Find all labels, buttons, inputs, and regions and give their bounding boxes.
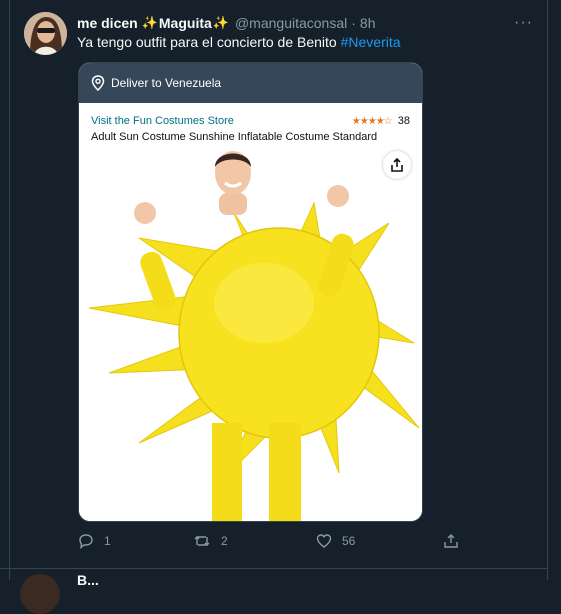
more-options-icon[interactable]: ··· xyxy=(514,14,533,32)
store-link[interactable]: Visit the Fun Costumes Store xyxy=(91,115,234,127)
next-tweet-name[interactable]: B... xyxy=(77,572,99,588)
avatar-photo xyxy=(24,12,67,55)
reply-icon xyxy=(79,534,93,549)
sparkles-icon: ✨ xyxy=(141,15,158,30)
handle[interactable]: @manguitaconsal xyxy=(235,15,347,31)
tweet-text-body: Ya tengo outfit para el concierto de Ben… xyxy=(77,34,341,50)
retweet-icon xyxy=(194,536,210,546)
display-name[interactable]: me dicen xyxy=(77,15,138,31)
sun-costume-image xyxy=(79,143,422,521)
display-name-suffix[interactable]: Maguita xyxy=(159,15,212,31)
separator: · xyxy=(351,15,356,31)
reply-count: 1 xyxy=(104,534,111,548)
tweet-divider xyxy=(0,568,547,569)
rating[interactable]: ★★★★☆ 38 xyxy=(352,115,410,127)
product-title: Adult Sun Costume Sunshine Inflatable Co… xyxy=(91,131,378,143)
reply-button[interactable]: 1 xyxy=(78,533,111,549)
tweet-actions: 1 2 56 xyxy=(78,533,468,553)
timestamp[interactable]: 8h xyxy=(360,15,376,31)
media-card[interactable]: Deliver to Venezuela Visit the Fun Costu… xyxy=(78,62,423,522)
heart-icon xyxy=(316,534,332,548)
next-tweet-avatar[interactable] xyxy=(20,574,60,614)
like-button[interactable]: 56 xyxy=(316,533,355,549)
like-count: 56 xyxy=(342,534,356,548)
store-row: Visit the Fun Costumes Store ★★★★☆ 38 xyxy=(91,115,410,127)
share-tweet-button[interactable] xyxy=(443,533,459,549)
deliver-bar[interactable]: Deliver to Venezuela xyxy=(79,63,422,103)
tweet-header: me dicen ✨ Maguita ✨ @manguitaconsal · 8… xyxy=(77,14,376,32)
retweet-button[interactable]: 2 xyxy=(193,533,228,549)
retweet-count: 2 xyxy=(221,534,228,548)
deliver-label: Deliver to Venezuela xyxy=(111,76,222,90)
avatar[interactable] xyxy=(24,12,67,55)
hashtag-link[interactable]: #Neverita xyxy=(341,34,401,50)
share-icon[interactable] xyxy=(383,151,411,179)
share-tweet-icon xyxy=(444,534,458,548)
tweet[interactable]: me dicen ✨ Maguita ✨ @manguitaconsal · 8… xyxy=(0,0,547,568)
star-rating-icon: ★★★★☆ xyxy=(351,115,393,127)
right-border xyxy=(547,0,548,580)
rating-count: 38 xyxy=(397,115,410,127)
sparkles-icon: ✨ xyxy=(212,15,229,30)
location-pin-icon xyxy=(91,75,105,91)
tweet-text: Ya tengo outfit para el concierto de Ben… xyxy=(77,34,401,50)
